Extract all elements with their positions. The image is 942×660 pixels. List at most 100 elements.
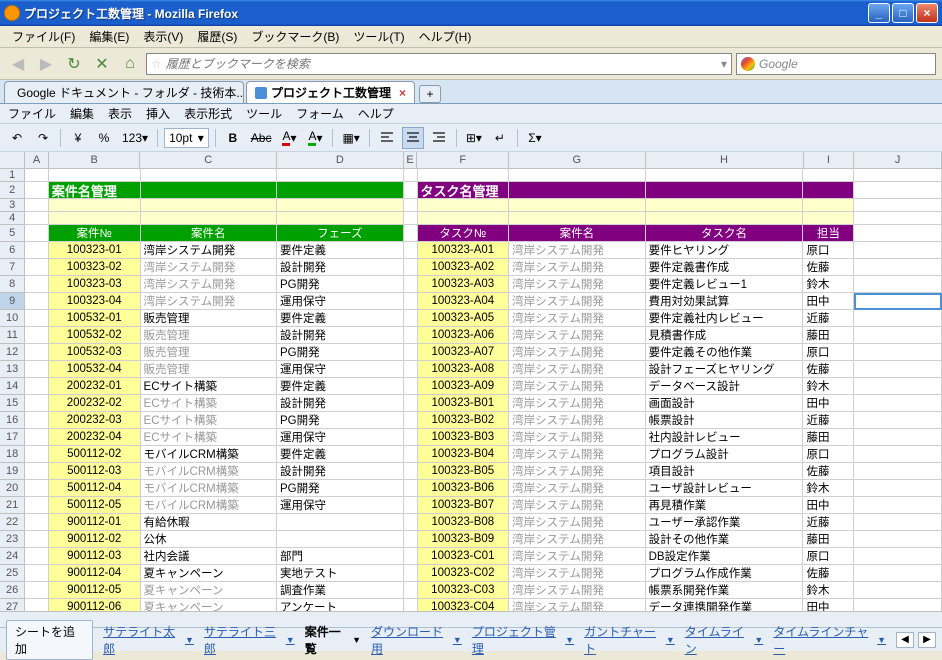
cell[interactable]: 湾岸システム開発 [509,276,645,293]
gdocs-menu-item[interactable]: 表示 [108,105,132,122]
cell[interactable]: 100323-A09 [418,378,510,395]
cell[interactable]: 100323-A01 [418,242,510,259]
cell[interactable]: ユーザー承認作業 [646,514,804,531]
cell[interactable] [141,199,277,212]
cell[interactable] [404,480,418,497]
cell[interactable]: 藤田 [803,531,854,548]
cell[interactable] [646,212,804,225]
cell[interactable]: 湾岸システム開発 [509,412,645,429]
sheet-tab[interactable]: サテライト三郎▼ [204,623,295,657]
cell[interactable] [854,199,942,212]
cell[interactable]: 100323-B08 [418,514,510,531]
cell[interactable]: 費用対効果試算 [646,293,804,310]
cell[interactable]: 湾岸システム開発 [509,480,645,497]
strikethrough-button[interactable]: Abc [248,127,275,149]
row-header[interactable]: 23 [0,531,25,548]
cell[interactable]: 近藤 [803,514,854,531]
wrap-text-button[interactable]: ↵ [489,127,511,149]
row-header[interactable]: 20 [0,480,25,497]
cell[interactable] [854,212,942,225]
cell[interactable]: 藤田 [803,327,854,344]
cell[interactable] [25,225,49,242]
cell[interactable] [404,463,418,480]
row-header[interactable]: 8 [0,276,25,293]
cell[interactable]: 湾岸システム開発 [141,276,277,293]
cell[interactable] [854,565,942,582]
cell[interactable]: 500112-02 [49,446,141,463]
cell[interactable] [854,395,942,412]
cell[interactable]: 100323-04 [49,293,141,310]
cell[interactable] [854,548,942,565]
cell[interactable]: 湾岸システム開発 [509,242,645,259]
align-left-button[interactable] [376,127,398,149]
cell[interactable]: 100323-A03 [418,276,510,293]
sheet-scroll-left-button[interactable]: ◀ [896,632,914,648]
cell[interactable] [854,361,942,378]
cell[interactable]: 湾岸システム開発 [509,361,645,378]
cell[interactable]: モバイルCRM構築 [141,497,277,514]
browser-tab[interactable]: Google ドキュメント - フォルダ - 技術本... [4,81,244,103]
cell[interactable]: 500112-05 [49,497,141,514]
row-header[interactable]: 3 [0,199,25,212]
cell[interactable]: 200232-03 [49,412,141,429]
cell[interactable] [509,169,645,182]
cell[interactable]: 要件定義 [277,446,404,463]
cell[interactable]: 帳票系開発作業 [646,582,804,599]
cell[interactable]: 湾岸システム開発 [509,463,645,480]
chevron-down-icon[interactable]: ▼ [877,635,886,645]
cell[interactable]: 100532-04 [49,361,141,378]
cell[interactable] [404,378,418,395]
cell[interactable]: 夏キャンペーン [141,565,277,582]
cell[interactable]: フェーズ [277,225,404,242]
sheet-tab[interactable]: タイムライン▼ [685,623,764,657]
cell[interactable] [49,169,141,182]
cell[interactable]: PG開発 [277,344,404,361]
cell[interactable] [404,497,418,514]
borders-button[interactable]: ▦▾ [339,127,362,149]
cell[interactable]: 佐藤 [803,565,854,582]
text-color-button[interactable]: A▾ [278,127,300,149]
cell[interactable] [854,344,942,361]
chevron-down-icon[interactable]: ▼ [286,635,295,645]
row-header[interactable]: 27 [0,599,25,611]
cell[interactable] [25,429,49,446]
row-header[interactable]: 25 [0,565,25,582]
cell[interactable] [404,531,418,548]
cell[interactable] [25,378,49,395]
cell[interactable]: 田中 [803,599,854,611]
cell[interactable]: タスク名 [646,225,804,242]
cell[interactable]: 運用保守 [277,429,404,446]
gdocs-menu-item[interactable]: 編集 [70,105,94,122]
column-header[interactable]: B [49,152,141,168]
cell[interactable]: ECサイト構築 [141,429,277,446]
cell[interactable] [404,582,418,599]
cell[interactable]: 500112-03 [49,463,141,480]
cell[interactable] [25,412,49,429]
cell[interactable]: 湾岸システム開発 [509,599,645,611]
cell[interactable]: 佐藤 [803,463,854,480]
cell[interactable] [854,531,942,548]
browser-menu-item[interactable]: ブックマーク(B) [245,26,345,47]
cell[interactable]: 要件定義 [277,310,404,327]
nav-reload-button[interactable]: ↻ [62,52,86,76]
cell[interactable] [404,259,418,276]
cell[interactable]: PG開発 [277,412,404,429]
cell[interactable] [404,412,418,429]
row-header[interactable]: 21 [0,497,25,514]
cell[interactable]: 湾岸システム開発 [509,378,645,395]
cell[interactable] [25,344,49,361]
cell[interactable] [25,212,49,225]
row-header[interactable]: 24 [0,548,25,565]
cell[interactable]: 田中 [803,497,854,514]
sheet-tab[interactable]: タイムラインチャー▼ [773,623,886,657]
row-header[interactable]: 11 [0,327,25,344]
cell[interactable]: データベース設計 [646,378,804,395]
cell[interactable]: 帳票設計 [646,412,804,429]
cell[interactable] [404,169,418,182]
cell[interactable] [854,225,942,242]
cell[interactable]: 900112-03 [49,548,141,565]
cell[interactable] [141,182,277,199]
cell[interactable]: モバイルCRM構築 [141,446,277,463]
cell[interactable] [854,446,942,463]
cell[interactable] [404,327,418,344]
